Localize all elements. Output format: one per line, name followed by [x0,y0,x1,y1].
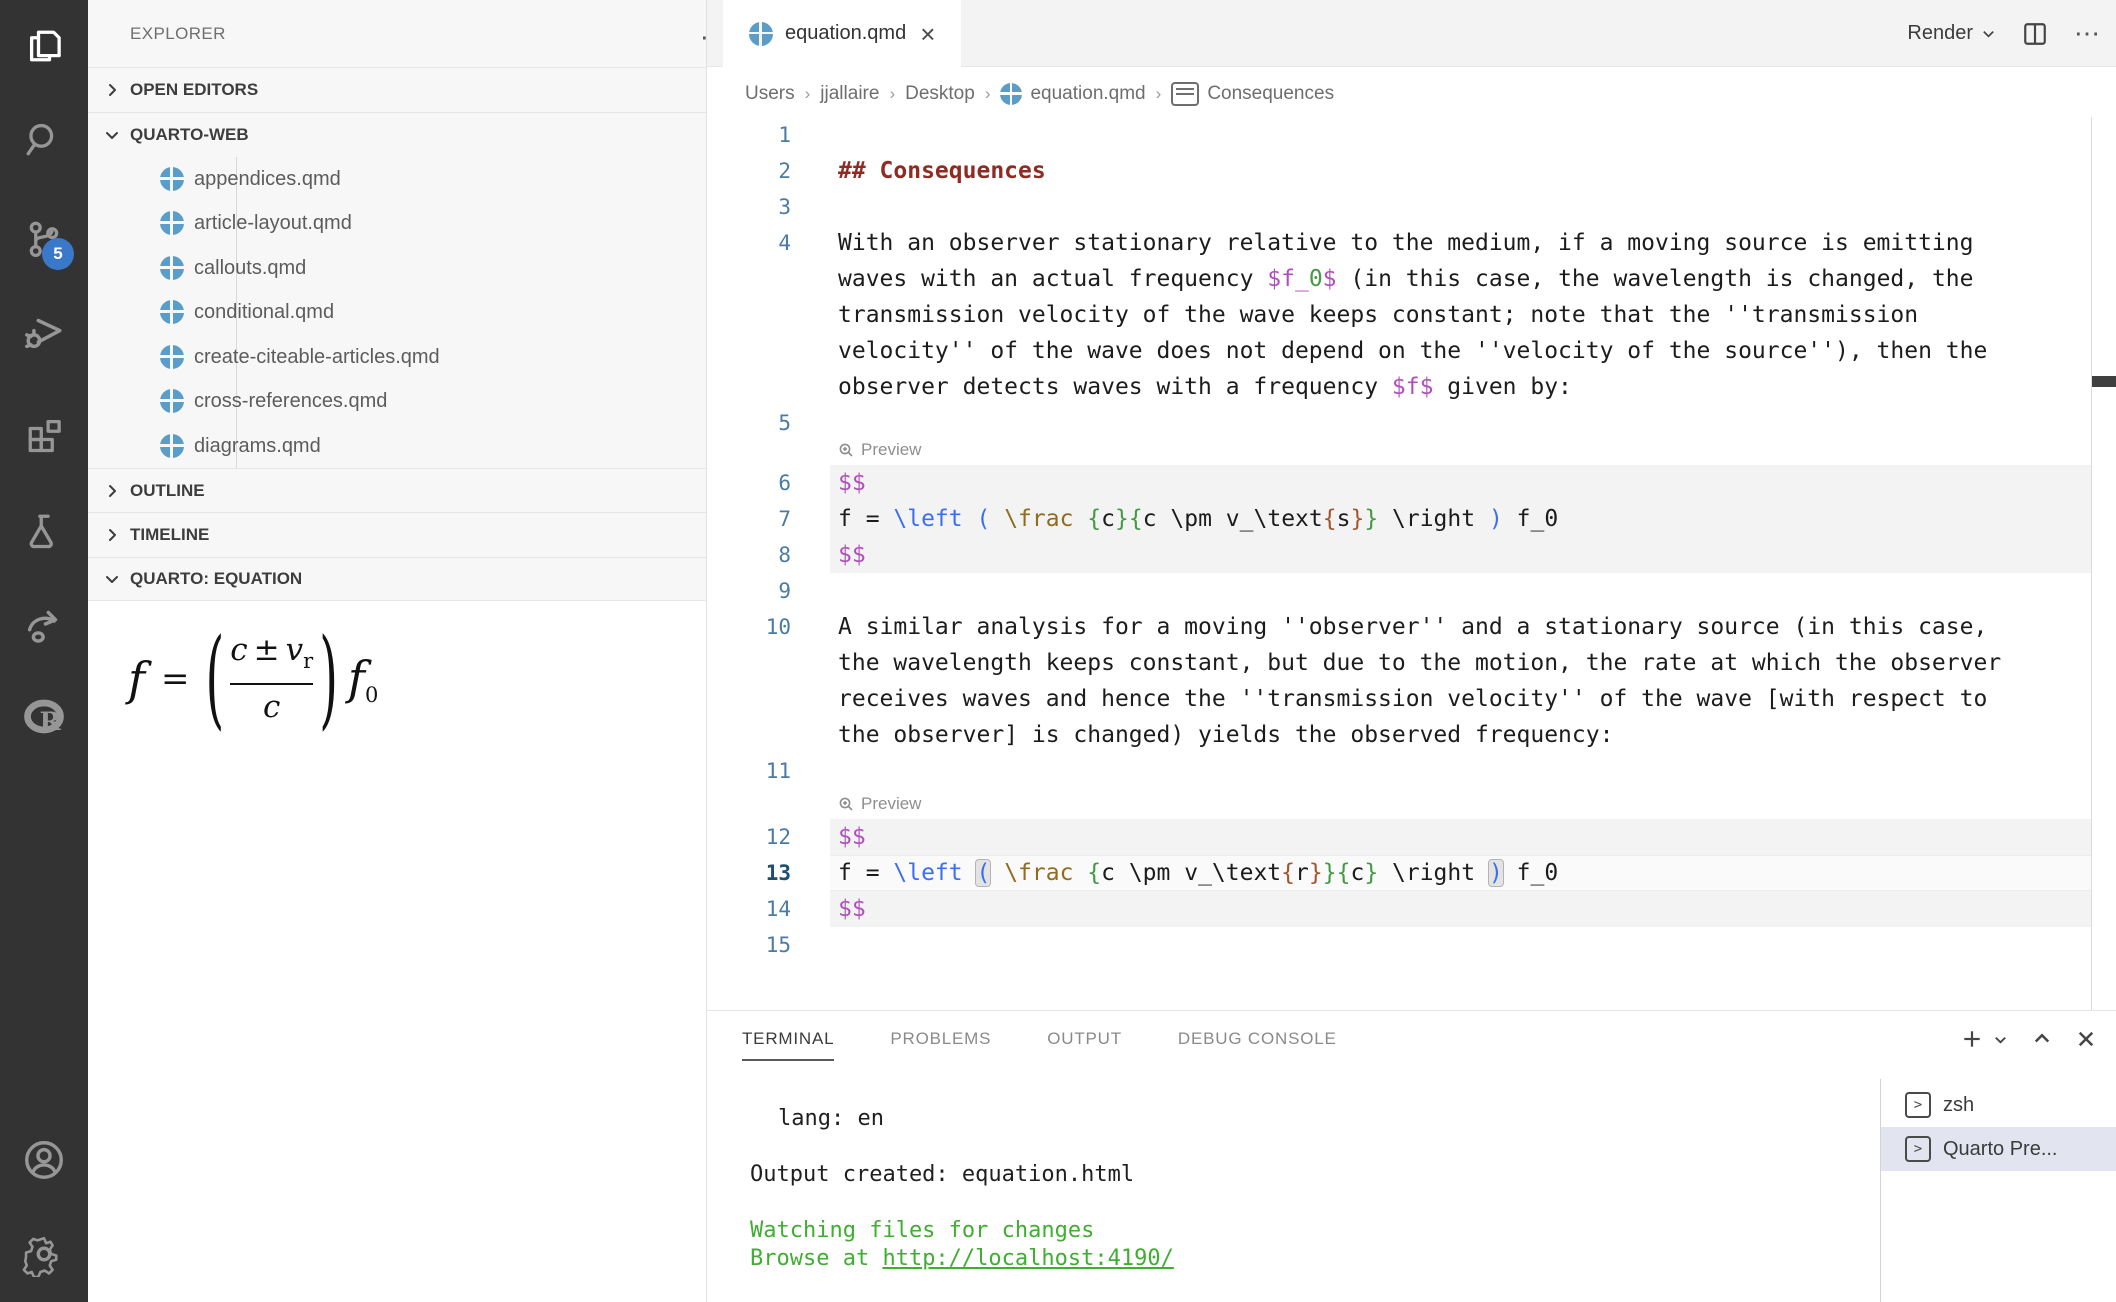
latex-line-active: f = \left ( \frac {c \pm v_\text{r}}{c} … [838,855,1558,891]
math-delimiter: $$ [838,465,866,501]
panel-tabs: TERMINAL PROBLEMS OUTPUT DEBUG CONSOLE [742,1011,1337,1067]
terminal-icon: > [1905,1136,1931,1162]
tab-equation-qmd[interactable]: equation.qmd × [723,0,961,67]
section-timeline[interactable]: TIMELINE [88,512,706,557]
chevron-down-icon [1981,26,1996,41]
localhost-link[interactable]: http://localhost:4190/ [882,1246,1173,1271]
file-article-layout[interactable]: article-layout.qmd [88,201,706,245]
settings-gear-icon[interactable] [0,1216,88,1292]
search-icon[interactable] [0,102,88,178]
file-diagrams[interactable]: diagrams.qmd [88,424,706,468]
quarto-file-icon [160,434,184,458]
terminal-item-zsh[interactable]: > zsh [1881,1083,2116,1127]
math-delimiter: $$ [838,537,866,573]
symbol-section-icon [1171,82,1199,106]
terminal-item-quarto-preview[interactable]: > Quarto Pre... [1881,1127,2116,1171]
source-control-icon[interactable] [0,202,88,278]
section-outline[interactable]: OUTLINE [88,468,706,512]
quarto-file-icon [160,167,184,191]
markdown-heading: ## Consequences [838,153,1046,189]
fraction: c±vr c [230,631,313,726]
explorer-sidebar: EXPLORER ⋯ OPEN EDITORS QUARTO-WEB appen… [88,0,707,1302]
chevron-down-icon [104,571,120,587]
quarto-file-icon [160,389,184,413]
bottom-panel: TERMINAL PROBLEMS OUTPUT DEBUG CONSOLE l… [707,1010,2116,1302]
latex-line: f = \left ( \frac {c}{c \pm v_\text{s}} … [838,501,1558,537]
breadcrumb-users[interactable]: Users [745,83,795,105]
fraction-bar [230,683,313,685]
overview-ruler-marker [2092,376,2116,387]
account-icon[interactable] [0,1122,88,1198]
panel-actions [1961,1011,2096,1067]
breadcrumb-file[interactable]: equation.qmd [1000,83,1145,105]
r-lang-icon[interactable]: R [0,680,88,756]
breadcrumb-section[interactable]: Consequences [1171,82,1334,106]
file-cross-references[interactable]: cross-references.qmd [88,379,706,423]
preview-code-lens[interactable]: Preview [838,789,921,819]
chevron-right-icon [104,82,120,98]
file-conditional[interactable]: conditional.qmd [88,290,706,334]
terminal-dropdown-icon[interactable] [1993,1032,2008,1047]
matched-bracket: ) [1489,860,1503,886]
math-delimiter: $$ [838,891,866,927]
render-button[interactable]: Render [1907,22,1996,45]
quarto-preview-icon[interactable] [0,586,88,662]
matched-bracket: ( [976,860,990,886]
open-paren: ( [206,616,225,742]
quarto-file-icon [160,256,184,280]
preview-code-lens[interactable]: Preview [838,435,921,465]
scm-badge: 5 [42,238,74,270]
file-create-citeable-articles[interactable]: create-citeable-articles.qmd [88,335,706,379]
quarto-file-icon [160,300,184,324]
editor-actions: Render ⋯ [1907,0,2102,67]
quarto-equation-panel: f = ( c±vr c ) f0 [88,601,706,1302]
close-panel-icon[interactable] [2076,1029,2096,1049]
overview-ruler[interactable] [2091,117,2092,1010]
explorer-icon[interactable] [0,8,88,84]
maximize-panel-icon[interactable] [2032,1029,2052,1049]
split-editor-icon[interactable] [2022,21,2048,47]
tab-debug-console[interactable]: DEBUG CONSOLE [1178,1011,1337,1067]
chevron-right-icon [104,527,120,543]
quarto-file-icon [160,211,184,235]
tab-problems[interactable]: PROBLEMS [890,1011,991,1067]
activity-bar: 5 R [0,0,88,1302]
sidebar-title: EXPLORER [130,0,226,67]
quarto-file-icon [749,22,773,46]
extensions-icon[interactable] [0,396,88,472]
terminal-output-line: Output created: equation.html [750,1161,1134,1189]
editor-group: equation.qmd × Render ⋯ Users › jjallair… [707,0,2116,1302]
run-debug-icon[interactable] [0,294,88,370]
terminal-output-line: Browse at http://localhost:4190/ [750,1245,1174,1273]
zoom-in-icon [838,442,854,458]
terminal-output-line: Watching files for changes [750,1217,1094,1245]
tab-output[interactable]: OUTPUT [1047,1011,1122,1067]
zoom-in-icon [838,796,854,812]
breadcrumb-desktop[interactable]: Desktop [905,83,975,105]
section-workspace[interactable]: QUARTO-WEB [88,112,706,157]
rendered-equation: f = ( c±vr c ) f0 [128,631,378,726]
terminal-icon: > [1905,1092,1931,1118]
math-delimiter: $$ [838,819,866,855]
file-callouts[interactable]: callouts.qmd [88,246,706,290]
svg-text:R: R [40,707,62,737]
close-paren: ) [319,616,338,742]
terminal-output-line: lang: en [778,1105,884,1133]
close-tab-icon[interactable]: × [920,21,935,47]
file-appendices[interactable]: appendices.qmd [88,157,706,201]
new-terminal-icon[interactable] [1961,1028,1983,1050]
chevron-down-icon [104,127,120,143]
code-editor[interactable]: 1 2 ## Consequences 3 4 With an observer… [707,117,2116,1010]
more-actions-icon[interactable]: ⋯ [2074,18,2102,49]
quarto-file-icon [160,345,184,369]
breadcrumb: Users › jjallaire › Desktop › equation.q… [707,67,2116,121]
breadcrumb-jjallaire[interactable]: jjallaire [820,83,879,105]
vscode-window: 5 R EXPLORER ⋯ OPEN EDITORS [0,0,2116,1302]
testing-icon[interactable] [0,492,88,568]
quarto-file-icon [1000,83,1022,105]
section-quarto-equation[interactable]: QUARTO: EQUATION [88,557,706,601]
tab-terminal[interactable]: TERMINAL [742,1011,834,1067]
section-open-editors[interactable]: OPEN EDITORS [88,67,706,112]
chevron-right-icon [104,483,120,499]
